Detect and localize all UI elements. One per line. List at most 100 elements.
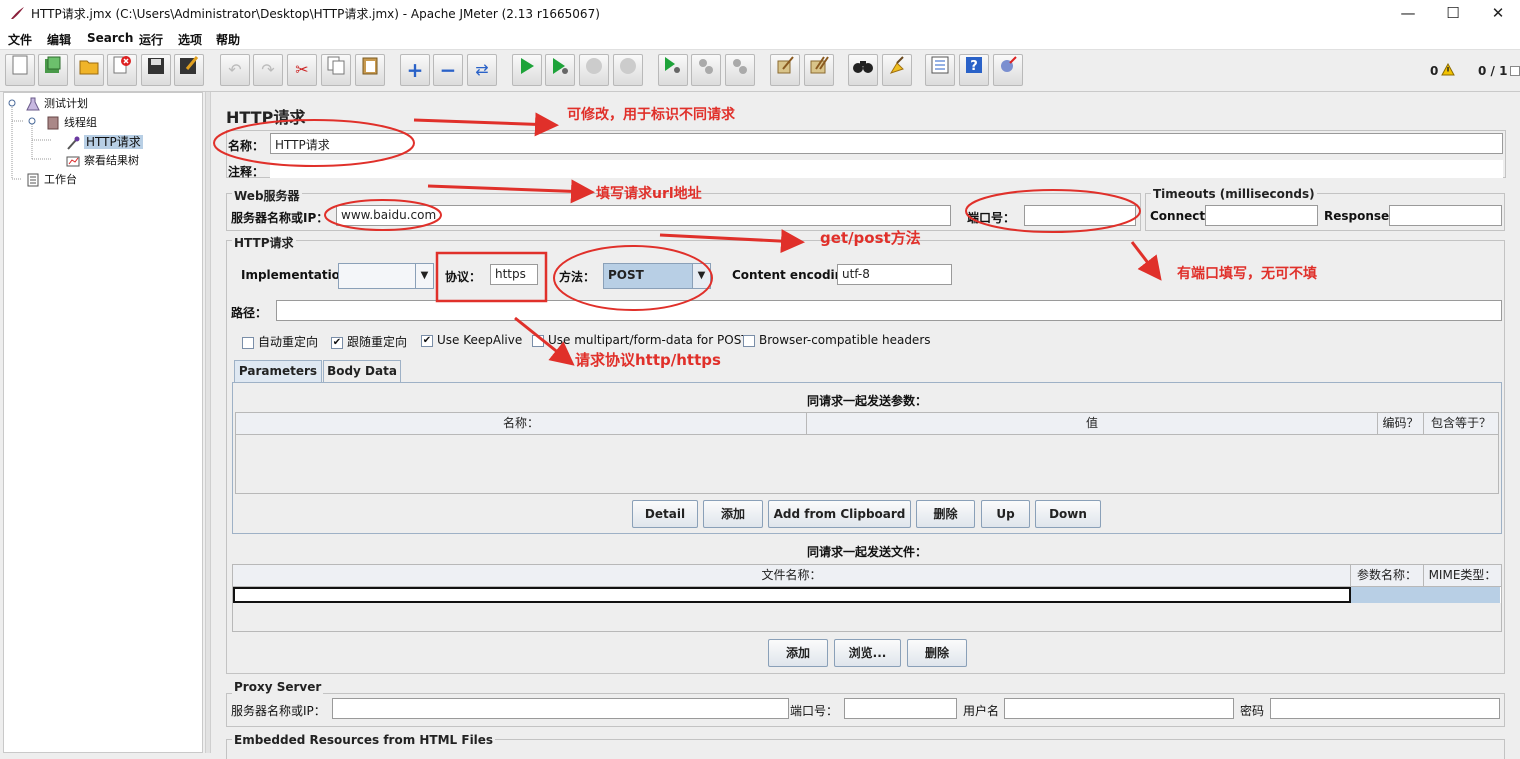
- paste-icon[interactable]: [355, 54, 385, 86]
- file-row-name-cell[interactable]: [233, 587, 1351, 603]
- remote-shutdown-icon[interactable]: [725, 54, 755, 86]
- menu-help[interactable]: 帮助: [216, 31, 240, 48]
- browse-button[interactable]: 浏览...: [834, 639, 901, 667]
- save-icon[interactable]: [141, 54, 171, 86]
- multipart-checkbox[interactable]: Use multipart/form-data for POST: [532, 333, 749, 347]
- start-icon[interactable]: [512, 54, 542, 86]
- proxy-user-input[interactable]: [1004, 698, 1234, 719]
- tree-item-results-tree[interactable]: 察看结果树: [66, 152, 139, 168]
- proxy-password-label: 密码: [1240, 704, 1265, 718]
- chevron-down-icon[interactable]: ▼: [692, 264, 710, 288]
- add-param-button[interactable]: 添加: [703, 500, 763, 528]
- down-button[interactable]: Down: [1035, 500, 1101, 528]
- port-annotation: 有端口填写，无可不填: [1177, 266, 1317, 282]
- detail-button[interactable]: Detail: [632, 500, 698, 528]
- log-icon[interactable]: [993, 54, 1023, 86]
- checkbox-checked[interactable]: ✔: [421, 334, 433, 347]
- menu-options[interactable]: 选项: [178, 31, 202, 48]
- timeouts-title: Timeouts (milliseconds): [1151, 187, 1317, 201]
- follow-redirect-checkbox[interactable]: ✔ 跟随重定向: [331, 333, 407, 350]
- tree-item-workbench[interactable]: 工作台: [26, 171, 77, 187]
- templates-icon[interactable]: [38, 54, 68, 86]
- new-icon[interactable]: [5, 54, 35, 86]
- files-table[interactable]: 文件名称： 参数名称： MIME类型：: [232, 564, 1502, 632]
- clear-all-icon[interactable]: [804, 54, 834, 86]
- split-pane-divider[interactable]: [205, 92, 211, 753]
- keepalive-checkbox[interactable]: ✔ Use KeepAlive: [421, 333, 522, 347]
- column-header-value[interactable]: 值: [807, 413, 1378, 435]
- reset-search-icon[interactable]: [882, 54, 912, 86]
- chevron-down-icon[interactable]: ▼: [415, 264, 433, 288]
- start-no-pause-icon[interactable]: [545, 54, 575, 86]
- add-file-button[interactable]: 添加: [768, 639, 828, 667]
- column-header-include-equals[interactable]: 包含等于？: [1424, 413, 1498, 435]
- column-header-param-name[interactable]: 参数名称：: [1351, 565, 1424, 587]
- column-header-encode[interactable]: 编码？: [1378, 413, 1424, 435]
- column-header-file-name[interactable]: 文件名称：: [233, 565, 1351, 587]
- help-icon[interactable]: ?: [959, 54, 989, 86]
- method-label: 方法：: [559, 270, 596, 284]
- column-header-mime-type[interactable]: MIME类型：: [1424, 565, 1501, 587]
- comment-input[interactable]: [270, 160, 1503, 178]
- http-request-title: HTTP请求: [232, 234, 296, 251]
- port-input[interactable]: [1024, 205, 1136, 226]
- svg-text:?: ?: [970, 59, 978, 74]
- auto-redirect-checkbox[interactable]: 自动重定向: [242, 333, 318, 350]
- menu-search[interactable]: Search: [87, 31, 133, 45]
- delete-file-button[interactable]: 删除: [907, 639, 967, 667]
- path-input[interactable]: [276, 300, 1502, 321]
- stop-icon[interactable]: [579, 54, 609, 86]
- remote-start-icon[interactable]: [658, 54, 688, 86]
- clear-icon[interactable]: [770, 54, 800, 86]
- cut-icon[interactable]: ✂: [287, 54, 317, 86]
- browser-headers-checkbox[interactable]: Browser-compatible headers: [743, 333, 931, 347]
- column-header-name[interactable]: 名称：: [236, 413, 807, 435]
- menu-file[interactable]: 文件: [8, 31, 32, 48]
- tree-item-test-plan[interactable]: 测试计划: [26, 95, 88, 111]
- undo-icon[interactable]: ↶: [220, 54, 250, 86]
- server-input[interactable]: www.baidu.com: [336, 205, 951, 226]
- checkbox-box[interactable]: [743, 334, 755, 347]
- checkbox-checked[interactable]: ✔: [331, 336, 343, 349]
- tree-item-http-request[interactable]: HTTP请求: [66, 133, 143, 150]
- response-input[interactable]: [1389, 205, 1502, 226]
- encoding-input[interactable]: utf-8: [837, 264, 952, 285]
- remote-stop-icon[interactable]: [691, 54, 721, 86]
- proxy-server-input[interactable]: [332, 698, 789, 719]
- menu-run[interactable]: 运行: [139, 31, 163, 48]
- proxy-password-input[interactable]: [1270, 698, 1500, 719]
- menu-edit[interactable]: 编辑: [47, 31, 71, 48]
- tab-body-data[interactable]: Body Data: [323, 360, 401, 382]
- protocol-input[interactable]: https: [490, 264, 538, 285]
- minimize-button[interactable]: —: [1386, 2, 1430, 24]
- expand-icon[interactable]: +: [400, 54, 430, 86]
- implementation-select[interactable]: ▼: [338, 263, 434, 289]
- add-from-clipboard-button[interactable]: Add from Clipboard: [768, 500, 911, 528]
- params-table[interactable]: 名称： 值 编码？ 包含等于？: [235, 412, 1499, 494]
- tab-parameters[interactable]: Parameters: [234, 360, 322, 382]
- proxy-port-input[interactable]: [844, 698, 957, 719]
- save-as-icon[interactable]: [174, 54, 204, 86]
- checkbox-box[interactable]: [532, 334, 544, 347]
- connect-input[interactable]: [1205, 205, 1318, 226]
- collapse-icon[interactable]: −: [433, 54, 463, 86]
- shutdown-icon[interactable]: [613, 54, 643, 86]
- checkbox-box[interactable]: [242, 336, 254, 349]
- method-select[interactable]: POST ▼: [603, 263, 711, 289]
- open-icon[interactable]: [74, 54, 104, 86]
- file-row-selected-cells[interactable]: [1351, 587, 1501, 603]
- search-icon[interactable]: [848, 54, 878, 86]
- function-helper-icon[interactable]: [925, 54, 955, 86]
- toggle-icon[interactable]: ⇄: [467, 54, 497, 86]
- name-input[interactable]: HTTP请求: [270, 133, 1503, 154]
- tree-item-thread-group[interactable]: 线程组: [46, 114, 97, 130]
- copy-icon[interactable]: [321, 54, 351, 86]
- maximize-button[interactable]: ☐: [1431, 2, 1475, 24]
- close-window-button[interactable]: ✕: [1476, 2, 1520, 24]
- redo-icon[interactable]: ↷: [253, 54, 283, 86]
- implementation-label: Implementation:: [241, 268, 354, 282]
- delete-param-button[interactable]: 删除: [916, 500, 975, 528]
- up-button[interactable]: Up: [981, 500, 1030, 528]
- close-icon[interactable]: [107, 54, 137, 86]
- results-tree-icon: [66, 154, 80, 168]
